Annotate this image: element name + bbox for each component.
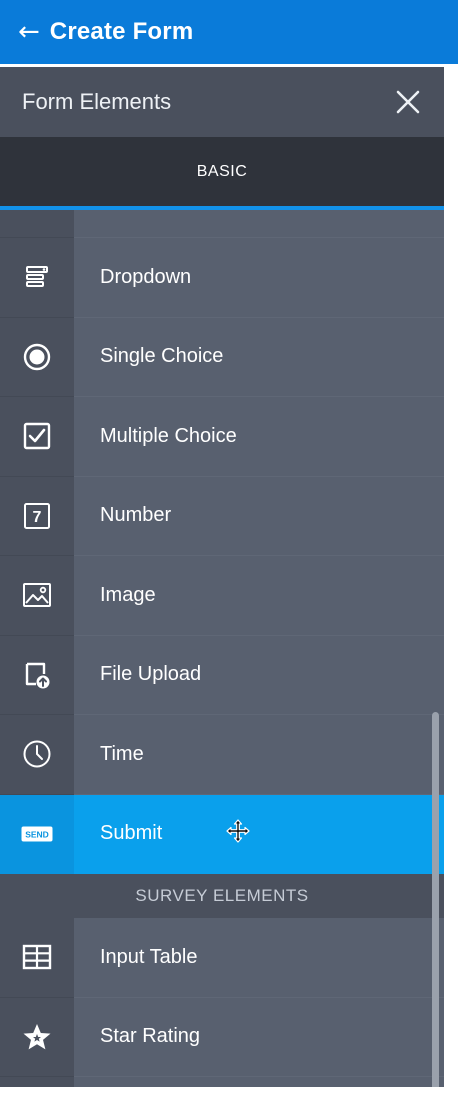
section-survey-elements: SURVEY ELEMENTS [0, 874, 444, 918]
element-star-rating[interactable]: Star Rating [0, 997, 444, 1077]
element-label: Star Rating [74, 998, 444, 1077]
tab-basic[interactable]: BASIC [0, 137, 444, 210]
element-submit[interactable]: SEND Submit [0, 794, 444, 874]
tab-basic-label: BASIC [196, 162, 248, 180]
file-upload-icon [22, 660, 52, 690]
list-item-partial [0, 210, 444, 238]
element-label: Number [74, 477, 444, 556]
element-label: Time [74, 715, 444, 795]
image-icon [22, 582, 52, 608]
svg-text:7: 7 [33, 509, 42, 526]
element-image[interactable]: Image [0, 556, 444, 636]
send-icon: SEND [21, 826, 53, 842]
close-icon[interactable] [394, 88, 422, 116]
element-label: Dropdown [74, 238, 444, 318]
panel-header: Form Elements [0, 67, 444, 137]
table-icon [22, 944, 52, 970]
element-time[interactable]: Time [0, 715, 444, 795]
element-number[interactable]: 7 Number [0, 476, 444, 556]
element-input-table[interactable]: Input Table [0, 918, 444, 998]
element-label: Multiple Choice [74, 397, 444, 477]
element-multiple-choice[interactable]: Multiple Choice [0, 397, 444, 477]
clock-icon [22, 739, 52, 769]
element-label: Submit [74, 795, 444, 874]
element-list: Dropdown Single Choice Multiple Choice 7 [0, 210, 444, 1087]
form-elements-panel: Form Elements BASIC Dropdown Single Choi… [0, 67, 444, 1087]
element-dropdown[interactable]: Dropdown [0, 238, 444, 318]
element-label: File Upload [74, 636, 444, 715]
element-label: Input Table [74, 918, 444, 998]
star-icon [22, 1022, 52, 1052]
dropdown-icon [24, 264, 50, 290]
element-single-choice[interactable]: Single Choice [0, 317, 444, 397]
element-label: Image [74, 556, 444, 636]
scrollbar[interactable] [432, 712, 439, 1087]
page-title: Create Form [49, 18, 194, 45]
panel-title: Form Elements [22, 89, 172, 114]
element-label: Single Choice [74, 318, 444, 397]
top-bar: ← Create Form [0, 0, 458, 64]
arrow-left-icon[interactable]: ← [18, 19, 40, 45]
svg-text:SEND: SEND [25, 829, 49, 839]
list-item-partial [0, 1077, 444, 1087]
move-cursor-icon [226, 819, 250, 843]
number-icon: 7 [23, 502, 51, 530]
radio-icon [23, 343, 51, 371]
checkbox-icon [23, 422, 51, 450]
element-file-upload[interactable]: File Upload [0, 635, 444, 715]
icon-cell [0, 210, 74, 238]
